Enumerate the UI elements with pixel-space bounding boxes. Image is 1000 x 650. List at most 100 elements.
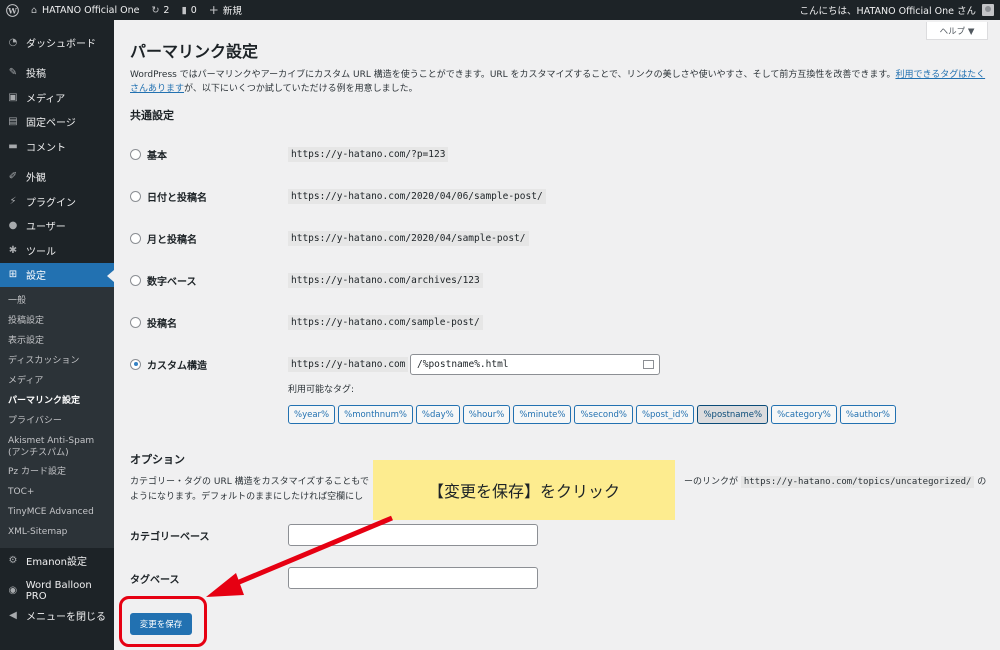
tag-hour-button[interactable]: %hour%	[462, 405, 511, 424]
radio-button[interactable]	[130, 316, 141, 328]
menu-dashboard[interactable]: ◔ ダッシュボード	[0, 30, 114, 55]
menu-label: 固定ページ	[26, 118, 76, 130]
plugin-icon: ⚡	[9, 195, 17, 207]
submenu-tinymce[interactable]: TinyMCE Advanced	[0, 502, 114, 522]
radio-button[interactable]	[130, 274, 141, 286]
menu-pages[interactable]: ▤ 固定ページ	[0, 110, 114, 135]
submenu-discussion[interactable]: ディスカッション	[0, 351, 114, 371]
keyboard-icon	[643, 360, 654, 369]
comment-icon: ▬	[8, 140, 18, 152]
category-base-label: カテゴリーベース	[130, 532, 210, 543]
save-button-highlight	[119, 596, 207, 647]
comment-bubble-icon: ▮	[181, 4, 187, 16]
menu-plugins[interactable]: ⚡ プラグイン	[0, 189, 114, 214]
tag-author-button[interactable]: %author%	[839, 405, 896, 424]
menu-tools[interactable]: ✱ ツール	[0, 238, 114, 263]
submenu-permalink[interactable]: パーマリンク設定	[0, 391, 114, 411]
submenu-akismet[interactable]: Akismet Anti-Spam (アンチスパム)	[0, 431, 114, 462]
radio-label: 日付と投稿名	[147, 192, 207, 204]
custom-structure-prefix: https://y-hatano.com	[288, 357, 409, 372]
wordpress-logo-icon[interactable]: W	[0, 0, 25, 20]
submenu-writing[interactable]: 投稿設定	[0, 311, 114, 331]
radio-button[interactable]	[130, 232, 141, 244]
radio-label: カスタム構造	[147, 360, 207, 372]
radio-label: 月と投稿名	[147, 234, 197, 246]
menu-settings[interactable]: ⊞ 設定	[0, 262, 114, 287]
example-url: https://y-hatano.com/sample-post/	[288, 315, 483, 330]
greeting: こんにちは、HATANO Official One さん	[799, 6, 976, 17]
tag-postname-button[interactable]: %postname%	[697, 405, 769, 424]
radio-button-checked[interactable]	[130, 358, 141, 370]
submenu-general[interactable]: 一般	[0, 291, 114, 311]
options-desc-part2: ーのリンクが	[683, 477, 738, 487]
menu-label: Word Balloon PRO	[25, 579, 92, 602]
submenu-xml-sitemap[interactable]: XML-Sitemap	[0, 522, 114, 542]
admin-sidebar: ◔ ダッシュボード ✎ 投稿 ▣ メディア ▤ 固定ページ ▬ コメント ✐ 外観 ⚡ プラグ…	[0, 20, 114, 650]
radio-button[interactable]	[130, 148, 141, 160]
menu-media[interactable]: ▣ メディア	[0, 85, 114, 110]
updates-link[interactable]: ↻ 2	[145, 0, 175, 20]
plus-icon: +	[208, 3, 219, 17]
radio-label: 投稿名	[147, 318, 177, 330]
menu-label: コメント	[26, 142, 66, 154]
menu-label: Emanon設定	[26, 556, 87, 568]
submenu-privacy[interactable]: プライバシー	[0, 411, 114, 431]
menu-label: プラグイン	[26, 197, 76, 209]
tag-category-button[interactable]: %category%	[771, 405, 837, 424]
radio-label: 基本	[147, 150, 167, 162]
svg-text:W: W	[7, 6, 17, 15]
intro-text-main: WordPress ではパーマリンクやアーカイブにカスタム URL 構造を使うこ…	[130, 70, 896, 80]
menu-label: 設定	[26, 271, 46, 283]
instruction-callout: 【変更を保存】をクリック	[373, 460, 675, 520]
site-name-link[interactable]: ⌂ HATANO Official One	[25, 0, 145, 20]
page-icon: ▤	[8, 116, 18, 128]
submenu-reading[interactable]: 表示設定	[0, 331, 114, 351]
new-content-link[interactable]: + 新規	[203, 0, 248, 20]
options-title: オプション	[130, 453, 185, 466]
tag-day-button[interactable]: %day%	[415, 405, 460, 424]
home-icon: ⌂	[31, 4, 38, 16]
tag-base-input[interactable]	[288, 567, 538, 589]
comments-count: 0	[190, 4, 197, 16]
updates-count: 2	[163, 4, 170, 16]
menu-users[interactable]: ● ユーザー	[0, 214, 114, 239]
menu-word-balloon[interactable]: ◉ Word Balloon PRO	[0, 579, 114, 604]
tag-monthnum-button[interactable]: %monthnum%	[338, 405, 413, 424]
menu-collapse[interactable]: ◀ メニューを閉じる	[0, 603, 114, 628]
pushpin-icon: ✎	[8, 67, 18, 79]
comments-link[interactable]: ▮ 0	[175, 0, 202, 20]
tag-second-button[interactable]: %second%	[574, 405, 633, 424]
custom-structure-input[interactable]: /%postname%.html	[410, 354, 660, 375]
menu-emanon[interactable]: ⚙ Emanon設定	[0, 548, 114, 573]
menu-label: 外観	[26, 173, 46, 185]
menu-label: ダッシュボード	[26, 38, 96, 50]
balloon-icon: ◉	[8, 585, 18, 597]
user-icon: ●	[8, 220, 18, 232]
common-settings-title: 共通設定	[130, 109, 174, 122]
page-title: パーマリンク設定	[130, 42, 259, 61]
radio-button[interactable]	[130, 190, 141, 202]
my-account-link[interactable]: こんにちは、HATANO Official One さん	[800, 3, 1000, 17]
options-desc-part1: カテゴリー・タグの URL 構造をカスタマイズすることもで	[130, 477, 369, 487]
category-base-input[interactable]	[288, 524, 538, 546]
menu-label: メニューを閉じる	[26, 611, 106, 623]
intro-text-tail: が、以下にいくつか試していただける例を用意しました。	[184, 84, 418, 94]
example-url: https://y-hatano.com/?p=123	[288, 147, 449, 162]
tag-year-button[interactable]: %year%	[288, 405, 336, 424]
submenu-toc[interactable]: TOC+	[0, 482, 114, 502]
new-label: 新規	[222, 6, 242, 17]
submenu-media[interactable]: メディア	[0, 371, 114, 391]
menu-comments[interactable]: ▬ コメント	[0, 134, 114, 159]
menu-appearance[interactable]: ✐ 外観	[0, 165, 114, 190]
tag-post-id-button[interactable]: %post_id%	[635, 405, 695, 424]
menu-label: ユーザー	[26, 222, 66, 234]
tag-minute-button[interactable]: %minute%	[513, 405, 572, 424]
wordpress-logo-svg: W	[6, 3, 19, 17]
collapse-icon: ◀	[9, 609, 17, 621]
tag-base-label: タグベース	[130, 575, 180, 586]
menu-posts[interactable]: ✎ 投稿	[0, 61, 114, 86]
example-url: https://y-hatano.com/2020/04/sample-post…	[288, 231, 529, 246]
example-url: https://y-hatano.com/2020/04/06/sample-p…	[288, 189, 546, 204]
help-tab-button[interactable]: ヘルプ ▼	[926, 22, 988, 40]
submenu-pz-card[interactable]: Pz カード設定	[0, 462, 114, 482]
